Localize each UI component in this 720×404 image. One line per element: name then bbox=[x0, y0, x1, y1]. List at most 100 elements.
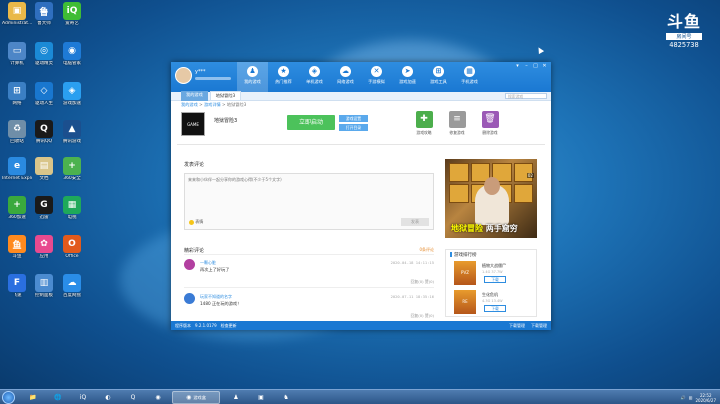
nav-tab[interactable]: ♟ 我的游戏 bbox=[237, 62, 268, 92]
game-settings-button[interactable]: 游戏设置 bbox=[339, 115, 368, 122]
search-input[interactable]: 搜索游戏 bbox=[505, 93, 547, 99]
nav-tab[interactable]: ➤ 游戏加速 bbox=[392, 62, 423, 92]
desktop-icon[interactable]: iQ 爱奇艺 bbox=[57, 2, 87, 27]
desktop-icon[interactable]: +360安全 bbox=[57, 157, 87, 182]
nav-tab[interactable]: ★ 热门推荐 bbox=[268, 62, 299, 92]
desktop-icon[interactable]: 鲁鲁大师 bbox=[29, 2, 59, 27]
download-manager-link-2[interactable]: 下载管理 bbox=[531, 323, 547, 329]
breadcrumb-mid[interactable]: 游戏详情 bbox=[204, 102, 221, 107]
comment-avatar[interactable] bbox=[184, 259, 195, 270]
desktop-icon[interactable]: O Office bbox=[57, 235, 87, 260]
app-task-icon[interactable]: ◐ bbox=[97, 391, 119, 404]
iqiyi-task-icon[interactable]: iQ bbox=[72, 391, 94, 404]
comment-input[interactable] bbox=[188, 177, 430, 212]
sub-tab[interactable]: 我的游戏 bbox=[181, 91, 208, 101]
nav-tab[interactable]: ⊞ 游戏工具 bbox=[423, 62, 454, 92]
nav-tab-icon: ▦ bbox=[464, 66, 475, 77]
qq-task-icon[interactable]: Q bbox=[122, 391, 144, 404]
network-tray-icon[interactable]: ▥ bbox=[689, 395, 693, 400]
desktop-icon[interactable]: ▤ 文档 bbox=[29, 157, 59, 182]
desktop-icon[interactable]: F 飞速 bbox=[2, 274, 32, 299]
douyu-task-icon[interactable]: ♞ bbox=[275, 391, 297, 404]
ranking-thumb[interactable]: PVZ bbox=[454, 261, 476, 285]
computer-icon: ▭ bbox=[8, 42, 26, 60]
desktop-icon-label: 计算机 bbox=[10, 61, 24, 66]
nav-tab[interactable]: ☁ 网络游戏 bbox=[330, 62, 361, 92]
comment-text: 再次上了好玩了 bbox=[200, 267, 230, 272]
desktop-icon[interactable]: ◇ 驱动人生 bbox=[29, 82, 59, 107]
tool-button[interactable]: ≡ 修复游戏 bbox=[445, 111, 469, 136]
ranking-thumb[interactable]: RE bbox=[454, 290, 476, 314]
comment-actions[interactable]: 回复(0) 赞(0) bbox=[411, 313, 434, 319]
download-manager-link[interactable]: 下载管理 bbox=[509, 323, 525, 329]
ranking-name[interactable]: 植物大战僵尸 bbox=[482, 263, 506, 269]
desktop-icon[interactable]: ▭ 计算机 bbox=[2, 42, 32, 67]
open-folder-button[interactable]: 打开目录 bbox=[339, 124, 368, 131]
desktop-icon[interactable]: ▥ 控制面板 bbox=[29, 274, 59, 299]
game-task-icon[interactable]: ♟ bbox=[225, 391, 247, 404]
user-avatar[interactable] bbox=[175, 67, 192, 84]
nav-tab[interactable]: ✕ 手游模拟 bbox=[361, 62, 392, 92]
comment-name[interactable]: 一颗心脏 bbox=[200, 260, 216, 266]
username[interactable]: y*** bbox=[195, 69, 205, 75]
sub-tab[interactable]: 地狱冒险3 bbox=[209, 91, 242, 101]
breadcrumb-home[interactable]: 我的游戏 bbox=[181, 102, 198, 107]
desktop-icon[interactable]: ◎ 驱动精灵 bbox=[29, 42, 59, 67]
comment-name[interactable]: 玩家不知道的名字 bbox=[200, 294, 232, 300]
menu-icon[interactable]: ▾ bbox=[514, 63, 521, 69]
mouse-cursor bbox=[535, 45, 545, 55]
folder-task-icon[interactable]: ▣ bbox=[250, 391, 272, 404]
nav-tab-icon: ⊞ bbox=[433, 66, 444, 77]
emoji-button[interactable]: 表情 bbox=[189, 219, 203, 225]
desktop-icon[interactable]: ☁ 百度网盘 bbox=[57, 274, 87, 299]
start-button[interactable] bbox=[2, 391, 15, 404]
download-button[interactable]: 下载 bbox=[484, 276, 506, 283]
browser-icon[interactable]: 🌐 bbox=[47, 391, 69, 404]
desktop-icon[interactable]: ▣ Administrat... bbox=[2, 2, 32, 27]
manager-task-icon[interactable]: ◉ bbox=[147, 391, 169, 404]
maximize-icon[interactable]: □ bbox=[532, 63, 539, 69]
comment-avatar[interactable] bbox=[184, 293, 195, 304]
desktop-icon[interactable]: +360加速 bbox=[2, 196, 32, 221]
desktop-icon-label: 百度网盘 bbox=[63, 293, 81, 298]
download-button[interactable]: 下载 bbox=[484, 305, 506, 312]
minimize-icon[interactable]: – bbox=[523, 63, 530, 69]
ranking-item: PVZ 植物大战僵尸 1.4G 37.7W 下载 bbox=[454, 261, 534, 289]
desktop-icon[interactable]: ▦ 电视 bbox=[57, 196, 87, 221]
desktop-icon[interactable]: ▲ 腾讯游戏 bbox=[57, 120, 87, 145]
taskbar: 📁 🌐 iQ ◐ Q ◉ ◉ 游戏盒 ♟ ▣ ♞ 🔊 ▥ 22:52 2020/6/27 bbox=[0, 389, 720, 404]
active-window-button[interactable]: ◉ 游戏盒 bbox=[172, 391, 220, 404]
desktop-icon[interactable]: ◈ 游戏加速 bbox=[57, 82, 87, 107]
comment-section-title: 发表评论 bbox=[184, 162, 205, 168]
desktop-icon[interactable]: G 迅雷 bbox=[29, 196, 59, 221]
nav-tab-icon: ♟ bbox=[247, 66, 258, 77]
comment-actions[interactable]: 回复(0) 赞(0) bbox=[411, 279, 434, 285]
launch-button[interactable]: 立即启动 bbox=[287, 115, 335, 130]
desktop-icon[interactable]: Q 腾讯QQ bbox=[29, 120, 59, 145]
desktop-icon[interactable]: ♻ 回收站 bbox=[2, 120, 32, 145]
desktop-icon[interactable]: ✿ 应用 bbox=[29, 235, 59, 260]
explorer-icon[interactable]: 📁 bbox=[22, 391, 44, 404]
game-header: GAME 地狱冒险3 立即启动 游戏设置 打开目录 ✚ 游戏攻略 ≡ 修复游戏 🗑 删除游… bbox=[177, 109, 545, 145]
tool-button[interactable]: ✚ 游戏攻略 bbox=[412, 111, 436, 136]
nav-tab[interactable]: ◈ 单机游戏 bbox=[299, 62, 330, 92]
nav-tab-label: 单机游戏 bbox=[306, 79, 323, 84]
nav-tab[interactable]: ▦ 手机游戏 bbox=[454, 62, 485, 92]
tool-button[interactable]: 🗑 删除游戏 bbox=[478, 111, 502, 136]
desktop-icon[interactable]: ◉ 电脑管家 bbox=[57, 42, 87, 67]
emoji-label: 表情 bbox=[195, 219, 204, 224]
desktop-icon-label: 驱动精灵 bbox=[35, 61, 53, 66]
video-preview[interactable]: 02 地狱冒险 两手窟穷 bbox=[445, 159, 537, 238]
douyu-icon: 鱼 bbox=[8, 235, 26, 253]
clock[interactable]: 22:52 2020/6/27 bbox=[695, 393, 716, 403]
close-icon[interactable]: ✕ bbox=[541, 63, 548, 69]
ranking-name[interactable]: 生化危机 bbox=[482, 292, 498, 298]
desktop-icon[interactable]: eInternet Explorer bbox=[2, 157, 32, 182]
check-update-link[interactable]: 检查更新 bbox=[221, 323, 237, 329]
desktop-icon[interactable]: 鱼斗鱼 bbox=[2, 235, 32, 260]
post-button[interactable]: 发表 bbox=[401, 218, 429, 226]
volume-icon[interactable]: 🔊 bbox=[681, 395, 686, 400]
nav-tab-icon: ✕ bbox=[371, 66, 382, 77]
desktop-icon[interactable]: ⊞ 网络 bbox=[2, 82, 32, 107]
desktop-icon-label: 电脑管家 bbox=[63, 61, 81, 66]
